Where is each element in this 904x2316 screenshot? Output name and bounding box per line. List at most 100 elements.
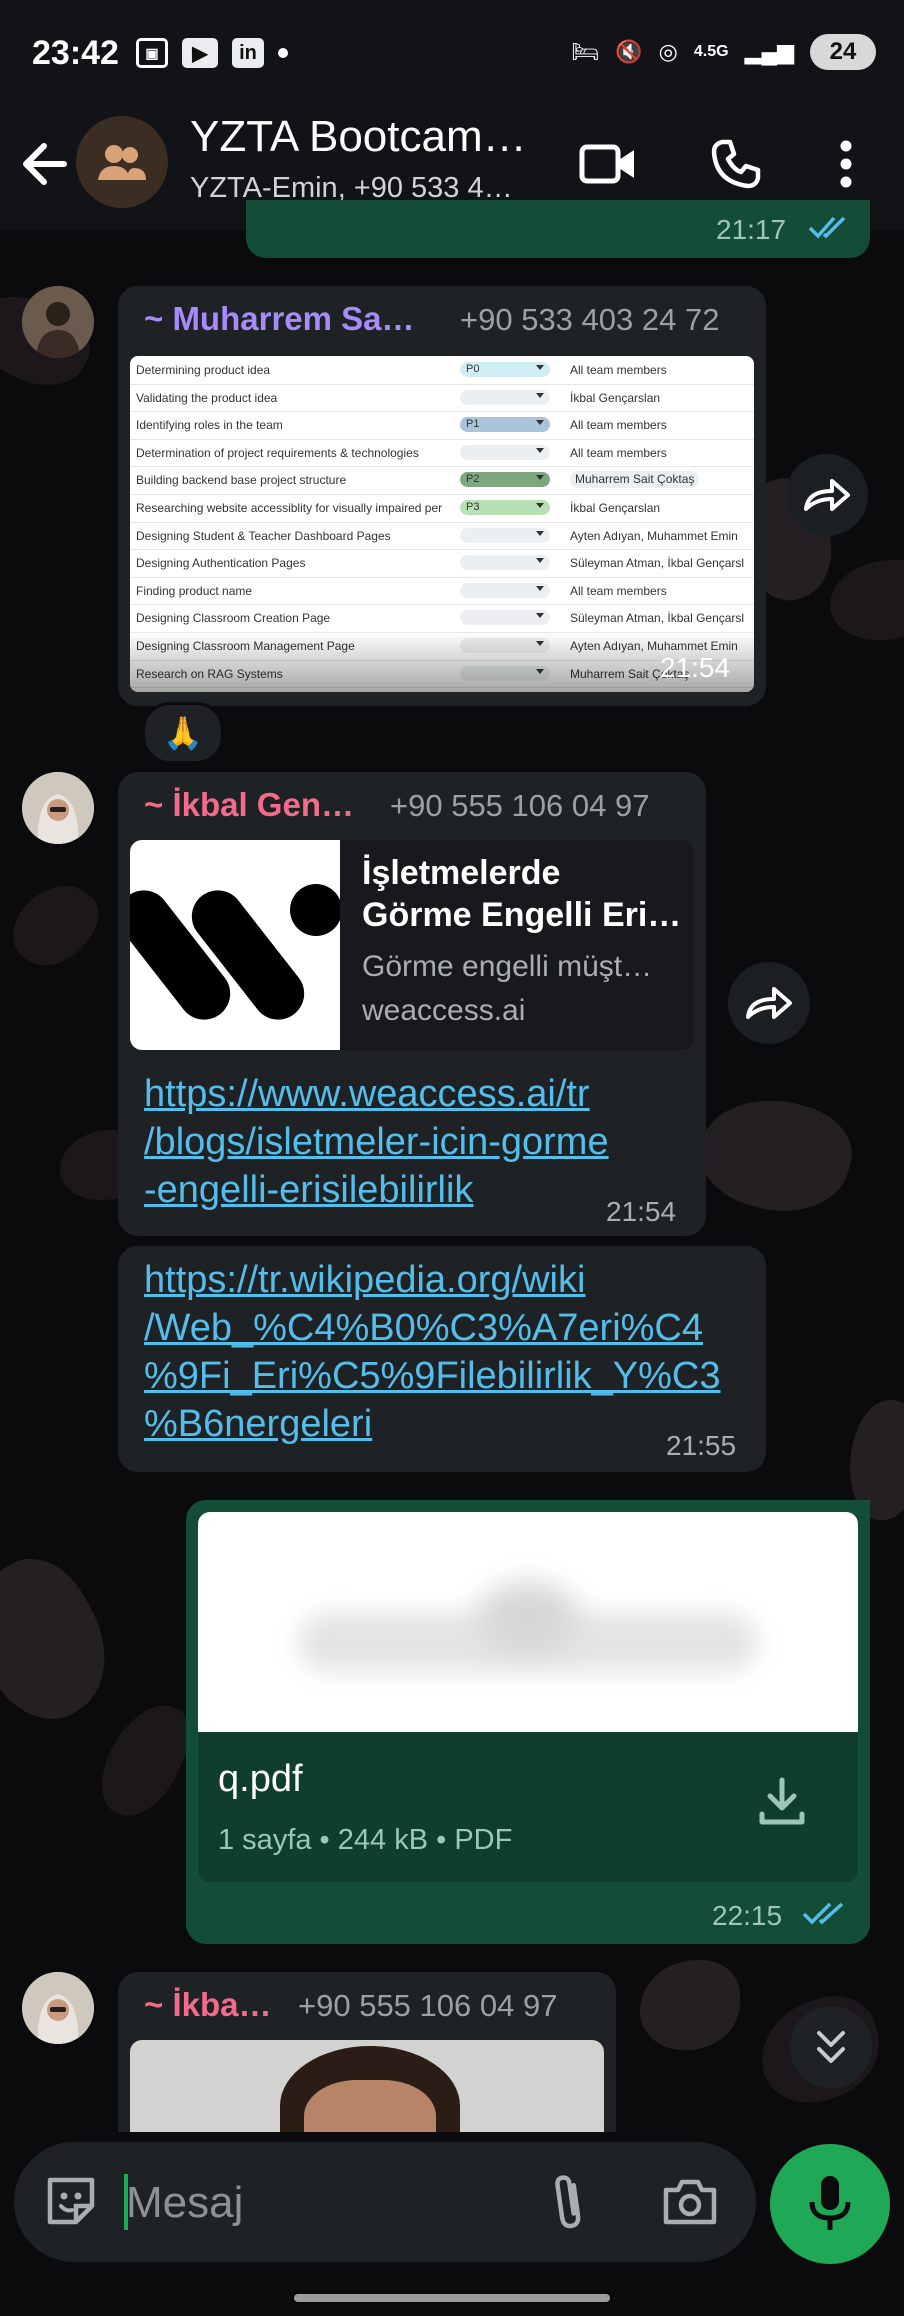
forward-icon[interactable] [786, 454, 868, 536]
sticker-icon[interactable] [42, 2172, 100, 2235]
task-name: Researching website accessiblity for vis… [136, 501, 443, 515]
link-preview-card[interactable]: İşletmelerde Görme Engelli Eri… Görme en… [130, 840, 694, 1050]
table-row: Determining product idea P0 All team membe… [130, 356, 754, 385]
task-name: Designing Student & Teacher Dashboard Pa… [136, 528, 391, 543]
assignee: İkbal Gençarslan [570, 501, 661, 515]
scroll-to-bottom-button[interactable] [790, 2006, 872, 2088]
table-row: Researching website accessiblity for vis… [130, 494, 754, 523]
table-row: Designing Authentication Pages Süleyman A… [130, 549, 754, 578]
avatar[interactable] [22, 772, 94, 844]
link-line[interactable]: /Web_%C4%B0%C3%A7eri%C4 [144, 1304, 721, 1352]
message-bubble-ikbal-image[interactable]: ~ İkba… +90 555 106 04 97 [118, 1972, 616, 2132]
voice-message-button[interactable] [770, 2144, 890, 2264]
network-icon: 4.5G [693, 43, 729, 60]
sender-phone: +90 533 403 24 72 [460, 302, 720, 337]
preview-title-line-1: İşletmelerde [362, 854, 561, 892]
task-name: Determination of project requirements & … [136, 445, 419, 460]
table-row: Validating the product idea İkbal Gençars… [130, 384, 754, 413]
link-line[interactable]: %9Fi_Eri%C5%9Filebilirlik_Y%C3 [144, 1352, 721, 1400]
priority-chip: P0 [460, 362, 550, 377]
message-time: 22:15 [712, 1900, 783, 1931]
sender-phone: +90 555 106 04 97 [298, 1988, 558, 2023]
dropdown-caret-icon [536, 530, 544, 536]
weaccess-logo [130, 840, 342, 1050]
priority-chip [460, 444, 550, 460]
camera-icon[interactable] [662, 2176, 718, 2231]
task-name: Designing Classroom Creation Page [136, 611, 331, 626]
sender-name[interactable]: ~ İkba… [144, 1986, 271, 2024]
linkedin-icon: in [232, 38, 264, 68]
status-time: 23:42 [32, 34, 119, 72]
assignee: Ayten Adıyan, Muhammet Emin [570, 528, 738, 543]
signal-icon: ▂▄▆ [744, 39, 794, 64]
more-vert-icon[interactable] [814, 132, 878, 196]
dropdown-caret-icon [536, 420, 544, 426]
dropdown-caret-icon [536, 447, 544, 453]
pdf-thumbnail[interactable] [198, 1512, 858, 1732]
priority-label: P0 [466, 363, 480, 375]
link-line[interactable]: %B6nergeleri [144, 1400, 721, 1448]
previous-message-bubble[interactable]: 21:17 [246, 200, 870, 258]
sender-name[interactable]: ~ İkbal Gen… [144, 786, 354, 824]
message-composer: Mesaj [14, 2142, 756, 2262]
assignee: İkbal Gençarslan [570, 390, 661, 405]
assignee: All team members [570, 445, 667, 460]
priority-chip [460, 389, 550, 405]
message-time: 21:54 [606, 1196, 677, 1227]
message-bubble-wikipedia-link[interactable]: https://tr.wikipedia.org/wiki /Web_%C4%B… [118, 1246, 766, 1472]
task-name: Validating the product idea [136, 390, 278, 405]
forward-icon[interactable] [728, 962, 810, 1044]
dot-icon [278, 48, 288, 58]
link-line[interactable]: https://tr.wikipedia.org/wiki [144, 1256, 721, 1304]
dropdown-caret-icon [536, 558, 544, 564]
task-name: Designing Authentication Pages [136, 556, 306, 571]
priority-chip [460, 555, 550, 571]
attach-icon[interactable] [544, 2172, 594, 2237]
video-call-icon[interactable] [576, 132, 640, 196]
preview-description: Görme engelli müşt… [362, 950, 653, 983]
chat-title[interactable]: YZTA Bootcam… [190, 112, 527, 162]
pdf-file-card[interactable]: q.pdf 1 sayfa • 244 kB • PDF [198, 1732, 858, 1882]
assignee: All team members [570, 418, 667, 433]
message-link[interactable]: https://tr.wikipedia.org/wiki /Web_%C4%B… [144, 1256, 721, 1448]
sender-phone: +90 555 106 04 97 [390, 788, 650, 823]
table-row: Determination of project requirements & … [130, 439, 754, 468]
message-bubble-ikbal-link[interactable]: ~ İkbal Gen… +90 555 106 04 97 İşletmele… [118, 772, 706, 1236]
link-line[interactable]: -engelli-erisilebilirlik [144, 1166, 609, 1214]
reaction-badge[interactable]: 🙏 [142, 702, 224, 764]
back-arrow-icon[interactable] [20, 134, 70, 194]
link-line[interactable]: /blogs/isletmeler-icin-gorme [144, 1118, 609, 1166]
dropdown-caret-icon [536, 613, 544, 619]
task-name: Finding product name [136, 583, 253, 598]
hotspot-icon: ◎ [658, 39, 678, 64]
priority-chip: P1 [460, 417, 550, 433]
message-link[interactable]: https://www.weaccess.ai/tr /blogs/isletm… [144, 1070, 609, 1214]
image-attachment[interactable]: Determining product idea P0 All team membe… [130, 356, 754, 692]
phone-call-icon[interactable] [704, 132, 768, 196]
file-name: q.pdf [218, 1758, 303, 1800]
avatar[interactable] [22, 286, 94, 358]
message-bubble-pdf[interactable]: q.pdf 1 sayfa • 244 kB • PDF 22:15 [186, 1500, 870, 1944]
preview-title-line-2: Görme Engelli Eri… [362, 896, 682, 934]
screenshot-icon: ▣ [136, 38, 168, 68]
chevron-double-down-icon [817, 2031, 845, 2063]
download-icon[interactable] [754, 1774, 810, 1835]
home-indicator [294, 2294, 610, 2302]
message-input[interactable]: Mesaj [126, 2178, 243, 2228]
read-receipt-icon [802, 1898, 846, 1933]
group-avatar-icon[interactable] [76, 116, 168, 208]
priority-chip [460, 527, 550, 543]
link-line[interactable]: https://www.weaccess.ai/tr [144, 1070, 609, 1118]
sender-name[interactable]: ~ Muharrem Sa… [144, 300, 415, 338]
assignee: Süleyman Atman, İkbal Gençarsl [570, 611, 745, 626]
dropdown-caret-icon [536, 585, 544, 591]
dropdown-caret-icon [536, 392, 544, 398]
task-name: Identifying roles in the team [136, 418, 283, 433]
dropdown-caret-icon [536, 365, 544, 370]
table-row: Designing Student & Teacher Dashboard Pa… [130, 522, 754, 551]
priority-chip: P2 [460, 472, 550, 488]
image-attachment[interactable] [130, 2040, 604, 2132]
table-row: Designing Classroom Creation Page Süleyma… [130, 604, 754, 633]
avatar[interactable] [22, 1972, 94, 2044]
priority-label: P1 [466, 418, 480, 431]
